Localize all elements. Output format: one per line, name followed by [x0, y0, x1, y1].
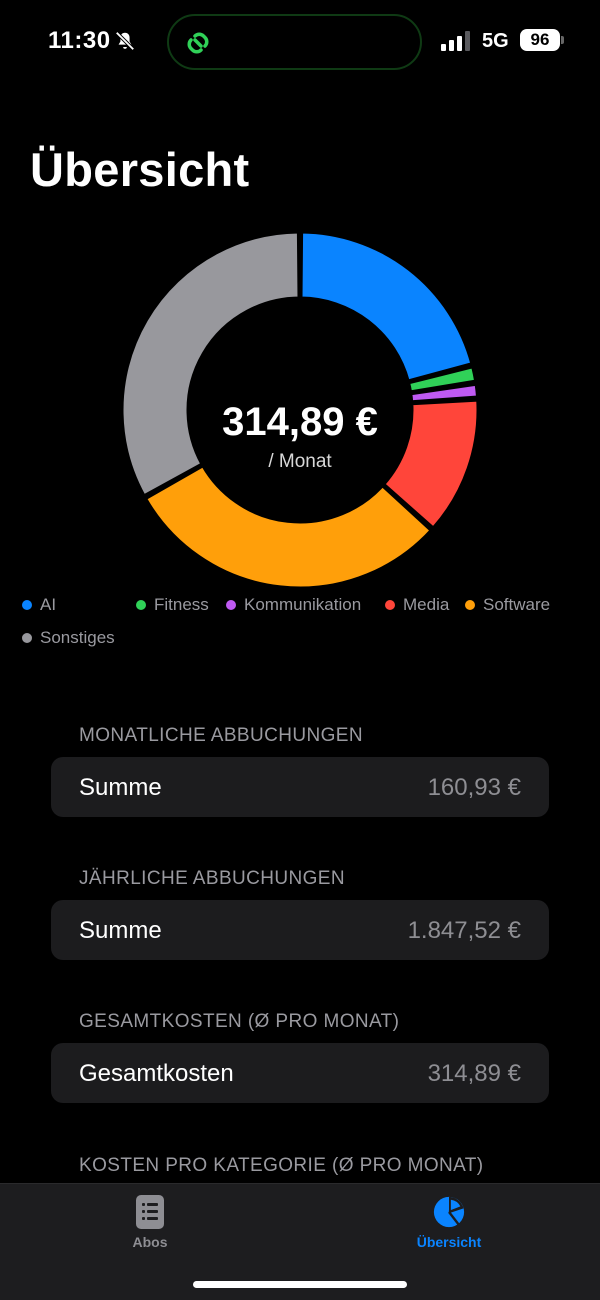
legend-label: Media [403, 595, 450, 614]
legend-item-sonstiges: Sonstiges [22, 628, 115, 648]
legend-item-software: Software [465, 595, 550, 615]
donut-slice-ai[interactable] [299, 230, 474, 383]
row-value: 160,93 € [427, 774, 521, 801]
section-header-total: GESAMTKOSTEN (Ø PRO MONAT) [79, 1011, 400, 1032]
battery-icon: 96 [520, 29, 560, 51]
legend-item-media: Media [385, 595, 449, 615]
section-header-category: KOSTEN PRO KATEGORIE (Ø PRO MONAT) [79, 1155, 484, 1176]
tab-uebersicht[interactable]: Übersicht [389, 1194, 509, 1250]
tab-label: Übersicht [416, 1234, 482, 1250]
dynamic-island[interactable] [167, 14, 422, 70]
legend-dot [136, 600, 146, 610]
row-label: Summe [79, 774, 162, 801]
tab-abos[interactable]: Abos [90, 1194, 210, 1250]
section-header-monthly: MONATLICHE ABBUCHUNGEN [79, 725, 363, 746]
legend-dot [465, 600, 475, 610]
page-title: Übersicht [30, 143, 250, 196]
legend-label: Software [483, 595, 551, 614]
section-header-yearly: JÄHRLICHE ABBUCHUNGEN [79, 868, 346, 889]
legend-item-kommunikation: Kommunikation [226, 595, 361, 615]
row-label: Gesamtkosten [79, 1060, 234, 1087]
battery-tip [561, 36, 564, 44]
legend-label: Kommunikation [244, 595, 362, 614]
monthly-sum-row[interactable]: Summe 160,93 € [51, 757, 549, 817]
legend-item-fitness: Fitness [136, 595, 209, 615]
link-chain-icon [187, 32, 209, 54]
legend-dot [22, 600, 32, 610]
donut-center: 314,89 € / Monat [116, 400, 484, 473]
home-indicator [193, 1281, 407, 1288]
status-time: 11:30 [48, 27, 111, 54]
legend-dot [385, 600, 395, 610]
row-label: Summe [79, 917, 162, 944]
yearly-sum-row[interactable]: Summe 1.847,52 € [51, 900, 549, 960]
cellular-signal-icon [441, 31, 470, 51]
network-type: 5G [482, 30, 509, 52]
legend-dot [226, 600, 236, 610]
tab-label: Abos [132, 1234, 168, 1250]
bell-slash-icon [115, 31, 135, 51]
pie-chart-icon [433, 1196, 465, 1228]
legend-label: Fitness [154, 595, 209, 614]
row-value: 314,89 € [427, 1060, 521, 1087]
legend-label: AI [40, 595, 57, 614]
row-value: 1.847,52 € [407, 917, 521, 944]
list-document-icon [136, 1195, 164, 1229]
legend-item-ai: AI [22, 595, 56, 615]
total-cost-row[interactable]: Gesamtkosten 314,89 € [51, 1043, 549, 1103]
status-bar: 11:30 5G 96 [0, 0, 600, 80]
legend-dot [22, 633, 32, 643]
total-monthly-unit: / Monat [268, 451, 332, 472]
legend-label: Sonstiges [40, 628, 115, 647]
total-monthly-value: 314,89 € [222, 400, 378, 444]
